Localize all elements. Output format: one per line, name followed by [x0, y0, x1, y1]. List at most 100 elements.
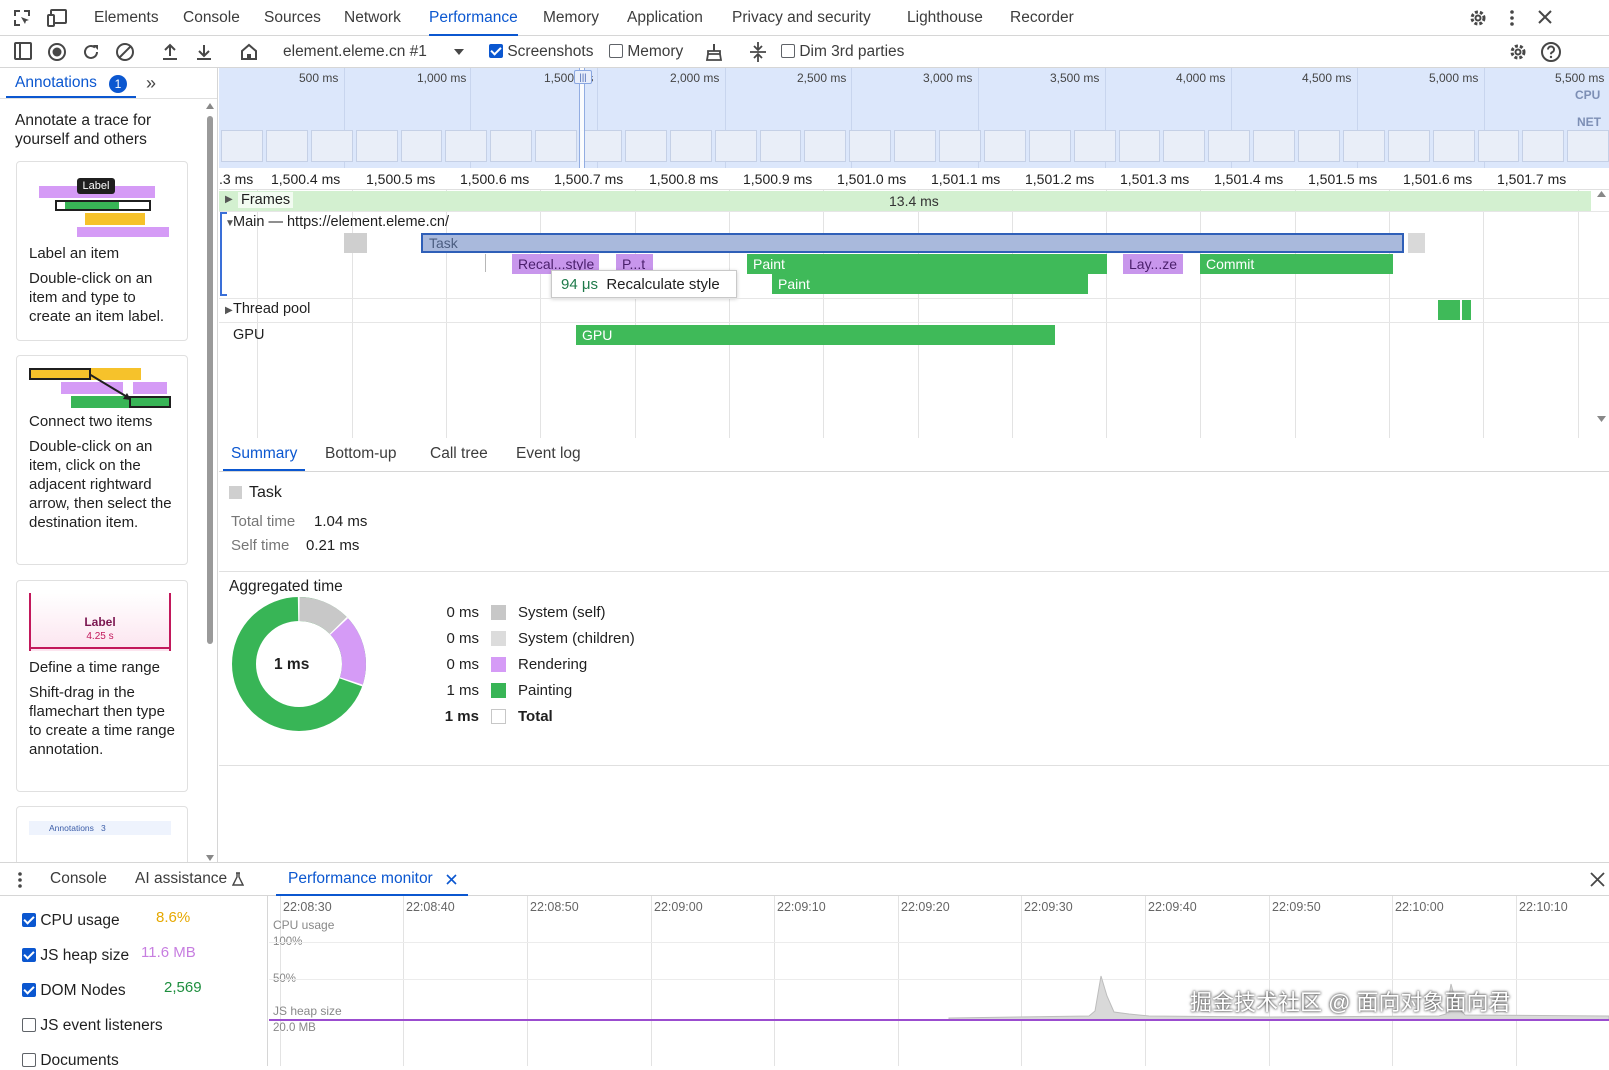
close-drawer-icon[interactable] [1590, 872, 1605, 887]
idle-event[interactable] [344, 233, 367, 253]
trailing-event[interactable] [1408, 233, 1425, 253]
metric-js-event-listeners[interactable]: JS event listeners [22, 1017, 163, 1035]
double-chevron-right-icon[interactable]: » [146, 73, 156, 94]
sidebar-scrollbar[interactable] [206, 102, 214, 862]
timeline-overview[interactable]: 500 ms 1,000 ms 1,500 ms 2,000 ms 2,500 … [219, 68, 1609, 168]
chevron-down-icon[interactable] [453, 48, 465, 56]
tab-bottom-up[interactable]: Bottom-up [325, 445, 397, 463]
tab-elements[interactable]: Elements [94, 0, 159, 36]
collapse-tracks-icon[interactable] [748, 40, 768, 64]
tab-privacy-security[interactable]: Privacy and security [732, 0, 871, 36]
gpu-track-label[interactable]: GPU [233, 327, 264, 343]
overview-tick: 5,000 ms [1429, 71, 1479, 85]
scroll-up-icon[interactable] [206, 102, 214, 110]
dim-3rd-parties-checkbox[interactable]: Dim 3rd parties [781, 36, 904, 68]
layerize-event[interactable]: Lay...ze [1123, 254, 1183, 274]
cpu-lane-label: CPU [1575, 88, 1601, 102]
expand-arrow-icon[interactable]: ▶ [225, 194, 233, 205]
commit-event[interactable]: Commit [1200, 254, 1393, 274]
ruler-tick: 1,500.4 ms [271, 171, 341, 187]
garbage-collect-broom-icon[interactable] [704, 42, 724, 62]
dom-check-icon[interactable] [22, 983, 36, 997]
total-time-label: Total time [231, 513, 296, 530]
drawer-tab-performance-monitor[interactable]: Performance monitor [288, 870, 433, 888]
sidebar-toggle-icon[interactable] [14, 42, 32, 60]
tab-sources[interactable]: Sources [264, 0, 321, 36]
metric-js-heap-size[interactable]: JS heap size [22, 947, 129, 965]
scroll-down-icon[interactable] [206, 854, 214, 862]
memory-checkbox[interactable]: Memory [609, 36, 683, 68]
settings-gear-icon[interactable] [1468, 8, 1488, 28]
legend-value: 0 ms [446, 656, 479, 673]
tab-console[interactable]: Console [183, 0, 240, 36]
annotations-tab[interactable]: Annotations [15, 74, 97, 92]
record-icon[interactable] [47, 42, 67, 62]
target-select[interactable]: element.eleme.cn #1 [283, 36, 427, 68]
device-toolbar-icon[interactable] [46, 8, 68, 28]
metric-dom-nodes[interactable]: DOM Nodes [22, 982, 126, 1000]
preview-text: Annotations [49, 823, 94, 833]
help-icon[interactable] [1540, 41, 1562, 63]
ruler-tick: 1,501.3 ms [1120, 171, 1190, 187]
screenshots-checkbox[interactable]: Screenshots [489, 36, 593, 68]
active-tab-indicator [6, 96, 136, 98]
task-event[interactable]: Task [421, 233, 1404, 253]
tab-event-log[interactable]: Event log [516, 445, 581, 463]
reload-record-icon[interactable] [81, 42, 101, 62]
tab-network[interactable]: Network [344, 0, 401, 36]
dim-check-icon[interactable] [781, 44, 795, 58]
documents-check-icon[interactable] [22, 1053, 36, 1067]
metric-documents[interactable]: Documents [22, 1052, 119, 1070]
upload-icon[interactable] [160, 42, 180, 62]
metric-cpu-usage[interactable]: CPU usage [22, 912, 120, 930]
tab-application[interactable]: Application [627, 0, 703, 36]
legend-swatch [491, 605, 506, 620]
gpu-event[interactable]: GPU [576, 325, 1055, 345]
metric-value: 2,569 [164, 979, 202, 996]
time-label: 22:09:20 [901, 900, 950, 914]
time-label: 22:10:00 [1395, 900, 1444, 914]
tab-performance[interactable]: Performance [429, 0, 518, 36]
inspect-element-icon[interactable] [12, 8, 32, 28]
close-devtools-icon[interactable] [1537, 9, 1553, 25]
flamechart[interactable]: ▶ Frames 13.4 ms ▼ Main — https://elemen… [219, 190, 1609, 438]
drawer-tab-console[interactable]: Console [50, 870, 107, 888]
time-label: 22:09:10 [777, 900, 826, 914]
close-tab-icon[interactable] [446, 874, 457, 885]
memory-check-icon[interactable] [609, 44, 623, 58]
task-color-swatch [229, 486, 242, 499]
metric-label: CPU usage [40, 912, 120, 929]
selection-handle-icon[interactable]: ||| [574, 70, 592, 84]
listeners-check-icon[interactable] [22, 1018, 36, 1032]
home-icon[interactable] [239, 42, 259, 62]
thread-pool-label[interactable]: Thread pool [233, 301, 310, 317]
capture-settings-gear-icon[interactable] [1508, 42, 1528, 62]
expand-arrow-icon[interactable]: ▶ [225, 305, 233, 316]
tab-memory[interactable]: Memory [543, 0, 599, 36]
heap-check-icon[interactable] [22, 948, 36, 962]
download-icon[interactable] [194, 42, 214, 62]
flamechart-scroll-down-icon[interactable] [1597, 415, 1606, 423]
cpu-check-icon[interactable] [22, 913, 36, 927]
paint-event[interactable]: Paint [747, 254, 1107, 274]
cpu-chart-label: CPU usage [273, 918, 335, 932]
tooltip-event-name: Recalculate style [606, 276, 720, 293]
more-options-icon[interactable] [1505, 8, 1519, 28]
drawer-tab-ai-assistance[interactable]: AI assistance [135, 870, 227, 888]
metric-label: DOM Nodes [40, 982, 126, 999]
tab-call-tree[interactable]: Call tree [430, 445, 488, 463]
clear-icon[interactable] [115, 42, 135, 62]
thread-pool-event[interactable] [1462, 300, 1471, 320]
screenshots-check-icon[interactable] [489, 44, 503, 58]
paint-child-event[interactable]: Paint [772, 274, 1088, 294]
tab-summary[interactable]: Summary [231, 445, 297, 463]
ruler-tick: 1,500.5 ms [366, 171, 436, 187]
tab-recorder[interactable]: Recorder [1010, 0, 1074, 36]
flamechart-scroll-up-icon[interactable] [1597, 190, 1606, 198]
thread-pool-event[interactable] [1438, 300, 1460, 320]
main-thread-label[interactable]: Main — https://element.eleme.cn/ [233, 214, 449, 230]
frames-track[interactable]: ▶ Frames 13.4 ms [219, 191, 1591, 211]
drawer-menu-icon[interactable] [16, 870, 24, 890]
scrollbar-thumb[interactable] [207, 116, 213, 644]
tab-lighthouse[interactable]: Lighthouse [907, 0, 983, 36]
